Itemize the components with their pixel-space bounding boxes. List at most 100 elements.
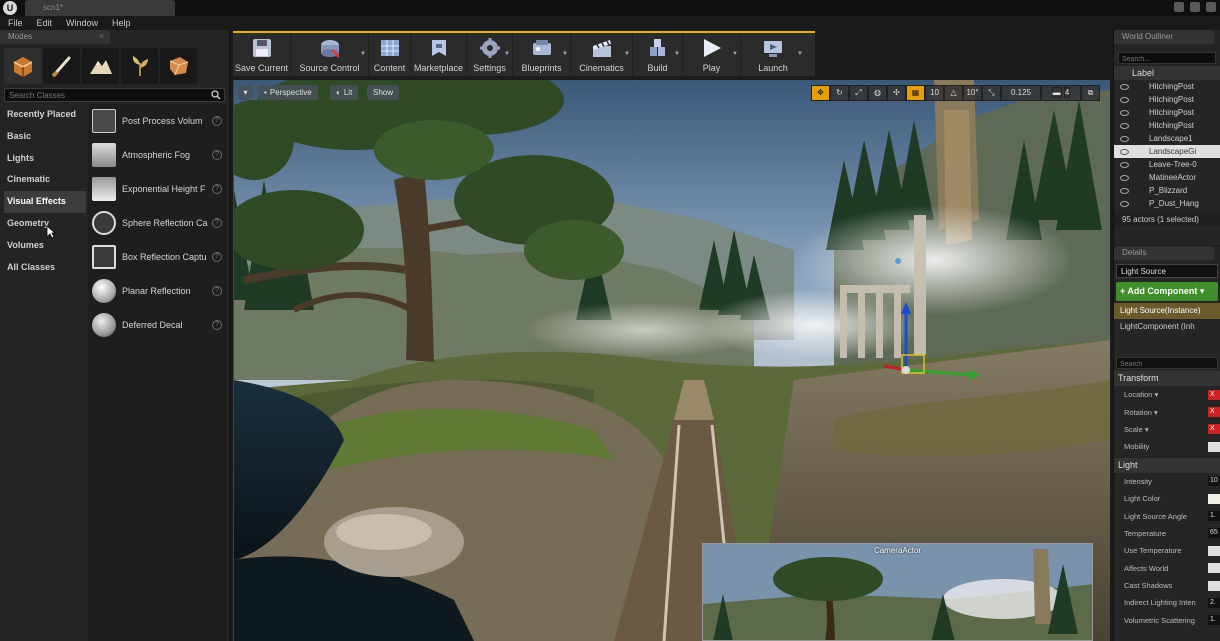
- menu-window[interactable]: Window: [66, 16, 98, 30]
- table-row[interactable]: HitchingPost: [1114, 119, 1220, 132]
- chevron-down-icon[interactable]: ▼: [504, 51, 510, 57]
- level-tab[interactable]: scn1*: [25, 0, 175, 16]
- chevron-down-icon[interactable]: ▼: [674, 51, 680, 57]
- mobility-toggle[interactable]: [1208, 441, 1220, 452]
- geometry-mode-icon[interactable]: [160, 48, 197, 84]
- actor-name-field[interactable]: Light Source: [1116, 264, 1218, 278]
- table-row[interactable]: P_Dust_Hang: [1114, 197, 1220, 210]
- table-row[interactable]: HitchingPost: [1114, 93, 1220, 106]
- place-mode-icon[interactable]: [4, 48, 41, 84]
- rotate-tool-icon[interactable]: ↻: [830, 85, 849, 101]
- volumetric-scattering-field[interactable]: 1.: [1208, 615, 1220, 626]
- modes-tab[interactable]: Modes ×: [0, 30, 110, 44]
- camera-speed-button[interactable]: ▬ 4: [1041, 85, 1081, 101]
- outliner-search-field[interactable]: [1118, 52, 1216, 65]
- play-button[interactable]: Play ▼: [683, 33, 741, 76]
- translate-tool-icon[interactable]: ✥: [811, 85, 830, 101]
- category-all-classes[interactable]: All Classes: [4, 257, 86, 279]
- table-row[interactable]: Leave-Tree-0: [1114, 158, 1220, 171]
- component-row[interactable]: Light Source(Instance): [1114, 303, 1220, 319]
- table-row[interactable]: P_Blizzard: [1114, 184, 1220, 197]
- add-component-button[interactable]: + Add Component ▾: [1116, 282, 1218, 301]
- category-geometry[interactable]: Geometry: [4, 213, 86, 235]
- lit-button[interactable]: ◐ Lit: [330, 85, 359, 100]
- source-control-button[interactable]: Source Control ▼: [291, 33, 369, 76]
- launch-button[interactable]: Launch ▼: [741, 33, 805, 76]
- visibility-eye-icon[interactable]: [1120, 148, 1129, 155]
- intensity-field[interactable]: 10: [1208, 476, 1220, 487]
- visibility-eye-icon[interactable]: [1120, 122, 1129, 129]
- details-tab[interactable]: Details: [1114, 246, 1214, 260]
- visibility-eye-icon[interactable]: [1120, 83, 1129, 90]
- chevron-down-icon[interactable]: ▼: [360, 51, 366, 57]
- foliage-mode-icon[interactable]: [121, 48, 158, 84]
- visibility-eye-icon[interactable]: [1120, 96, 1129, 103]
- rotation-snap-icon[interactable]: △: [944, 85, 963, 101]
- grid-snap-value[interactable]: 10: [925, 85, 944, 101]
- visibility-eye-icon[interactable]: [1120, 200, 1129, 207]
- menu-help[interactable]: Help: [112, 16, 131, 30]
- visibility-eye-icon[interactable]: [1120, 161, 1129, 168]
- paint-mode-icon[interactable]: [43, 48, 80, 84]
- property-label[interactable]: Scale ▾: [1124, 425, 1149, 434]
- temperature-field[interactable]: 65: [1208, 528, 1220, 539]
- list-item[interactable]: Exponential Height F ?: [88, 172, 226, 206]
- marketplace-button[interactable]: Marketplace: [411, 33, 467, 76]
- view-mode-button[interactable]: ▪ Perspective: [258, 85, 318, 100]
- surface-snap-icon[interactable]: ✣: [887, 85, 906, 101]
- help-icon[interactable]: ?: [212, 286, 222, 296]
- maximize-viewport-icon[interactable]: ⧉: [1081, 85, 1100, 101]
- visibility-eye-icon[interactable]: [1120, 187, 1129, 194]
- list-item[interactable]: Atmospheric Fog ?: [88, 138, 226, 172]
- table-row[interactable]: Landscape1: [1114, 132, 1220, 145]
- property-label[interactable]: Rotation ▾: [1124, 408, 1158, 417]
- list-item[interactable]: Sphere Reflection Ca ?: [88, 206, 226, 240]
- settings-button[interactable]: Settings ▼: [467, 33, 513, 76]
- details-search-input[interactable]: [1117, 359, 1217, 370]
- save-current-button[interactable]: Save Current: [233, 33, 291, 76]
- transform-section-header[interactable]: Transform: [1114, 371, 1220, 386]
- blueprints-button[interactable]: Blueprints ▼: [513, 33, 571, 76]
- content-button[interactable]: Content: [369, 33, 411, 76]
- scale-x-field[interactable]: X: [1208, 424, 1220, 435]
- component-row[interactable]: LightComponent (Inh: [1114, 319, 1220, 335]
- outliner-search-input[interactable]: [1119, 54, 1215, 65]
- list-item[interactable]: Box Reflection Captu ?: [88, 240, 226, 274]
- help-icon[interactable]: ?: [212, 252, 222, 262]
- indirect-lighting-field[interactable]: 2.: [1208, 597, 1220, 608]
- chevron-down-icon[interactable]: ▼: [732, 51, 738, 57]
- minimize-icon[interactable]: [1174, 2, 1184, 12]
- world-space-icon[interactable]: ◍: [868, 85, 887, 101]
- cast-shadows-checkbox[interactable]: [1208, 580, 1220, 591]
- viewport-options-button[interactable]: ▾: [238, 85, 253, 100]
- visibility-eye-icon[interactable]: [1120, 135, 1129, 142]
- property-label[interactable]: Light Color: [1124, 494, 1160, 503]
- grid-snap-icon[interactable]: ▦: [906, 85, 925, 101]
- outliner-column-label[interactable]: Label: [1114, 66, 1220, 80]
- property-label[interactable]: Location ▾: [1124, 390, 1158, 399]
- visibility-eye-icon[interactable]: [1120, 109, 1129, 116]
- help-icon[interactable]: ?: [212, 116, 222, 126]
- light-color-swatch[interactable]: [1208, 493, 1220, 504]
- search-classes-field[interactable]: [4, 88, 225, 102]
- help-icon[interactable]: ?: [212, 150, 222, 160]
- help-icon[interactable]: ?: [212, 218, 222, 228]
- list-item[interactable]: Post Process Volum ?: [88, 104, 226, 138]
- help-icon[interactable]: ?: [212, 320, 222, 330]
- world-outliner-tab[interactable]: World Outliner: [1114, 30, 1214, 44]
- table-row-selected[interactable]: LandscapeGi: [1114, 145, 1220, 158]
- category-lights[interactable]: Lights: [4, 148, 86, 170]
- details-search-field[interactable]: [1116, 357, 1218, 370]
- category-cinematic[interactable]: Cinematic: [4, 169, 86, 191]
- location-x-field[interactable]: X: [1208, 389, 1220, 400]
- scale-snap-icon[interactable]: ⤡: [982, 85, 1001, 101]
- light-source-angle-field[interactable]: 1.: [1208, 511, 1220, 522]
- light-section-header[interactable]: Light: [1114, 457, 1220, 473]
- use-temperature-checkbox[interactable]: [1208, 545, 1220, 556]
- close-tab-icon[interactable]: ×: [99, 32, 104, 41]
- category-volumes[interactable]: Volumes: [4, 235, 86, 257]
- chevron-down-icon[interactable]: ▼: [797, 51, 803, 57]
- table-row[interactable]: HitchingPost: [1114, 80, 1220, 93]
- menu-file[interactable]: File: [8, 16, 23, 30]
- scale-tool-icon[interactable]: ⤢: [849, 85, 868, 101]
